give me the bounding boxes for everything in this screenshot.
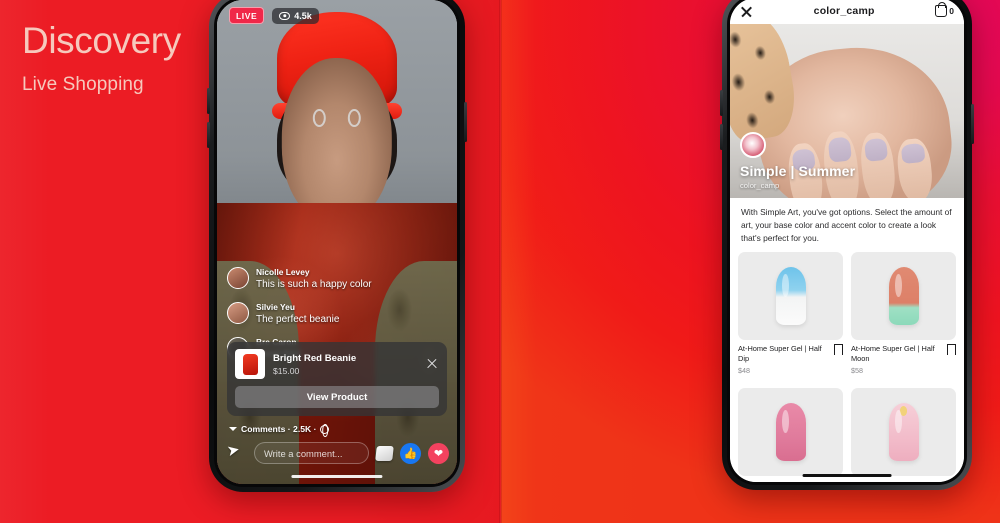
story-title-block: Simple | Summer color_camp xyxy=(740,132,855,190)
nail-swatch xyxy=(888,267,919,325)
volume-down-button[interactable] xyxy=(720,124,723,150)
live-shopping-screen: LIVE 4.5k Nicolle Levey This is such a h… xyxy=(217,0,457,484)
story-description: With Simple Art, you've got options. Sel… xyxy=(730,198,964,254)
presenter-face xyxy=(281,58,393,223)
avatar xyxy=(227,302,249,324)
comment-author: Nicolle Levey xyxy=(256,267,310,277)
nail-swatch xyxy=(775,402,806,461)
product-name: At-Home Super Gel | Half Dip xyxy=(738,344,822,363)
volume-down-button[interactable] xyxy=(207,122,210,148)
story-header: color_camp 0 xyxy=(730,0,964,24)
avatar xyxy=(740,132,766,158)
left-panel-title: Discovery xyxy=(22,20,181,61)
close-icon[interactable] xyxy=(425,357,439,371)
power-button[interactable] xyxy=(464,102,467,142)
comment-text: The perfect beanie xyxy=(256,313,340,325)
product-image xyxy=(738,387,843,476)
list-item[interactable] xyxy=(851,387,956,482)
list-item: Nicolle Levey This is such a happy color xyxy=(227,267,417,291)
cart-button[interactable]: 0 xyxy=(935,2,954,17)
story-hero-image: Simple | Summer color_camp xyxy=(730,24,964,198)
comment-composer-bar: Write a comment... 👍 ❤ xyxy=(227,442,449,464)
list-item[interactable]: At-Home Super Gel | Half Dip $48 xyxy=(738,252,844,381)
avatar xyxy=(227,267,249,289)
product-card[interactable]: Bright Red Beanie $15.00 View Product xyxy=(227,342,447,416)
bookmark-icon[interactable] xyxy=(946,344,957,362)
viewer-count-pill: 4.5k xyxy=(272,7,319,24)
product-image xyxy=(851,252,956,340)
comments-summary[interactable]: Comments · 2.5K · xyxy=(229,424,330,434)
cart-count: 0 xyxy=(949,6,954,16)
comment-author: Silvie Yeu xyxy=(256,302,295,312)
globe-icon xyxy=(320,424,330,434)
product-title: Bright Red Beanie xyxy=(273,352,357,364)
shopping-bag-icon xyxy=(935,2,948,17)
home-indicator xyxy=(291,474,383,478)
viewer-count-label: 4.5k xyxy=(294,10,312,21)
comments-summary-label: Comments · 2.5K · xyxy=(241,424,317,434)
earring-left xyxy=(312,109,326,128)
product-image xyxy=(851,387,956,476)
phone-bezel-left: LIVE 4.5k Nicolle Levey This is such a h… xyxy=(214,0,460,487)
power-button[interactable] xyxy=(971,104,974,144)
nail-swatch xyxy=(888,402,919,461)
chevron-down-icon xyxy=(229,427,237,431)
left-panel-subtitle: Live Shopping xyxy=(22,73,144,95)
product-grid: At-Home Super Gel | Half Dip $48 At-Home… xyxy=(730,246,964,482)
live-status-row: LIVE 4.5k xyxy=(229,7,319,24)
heart-icon[interactable]: ❤ xyxy=(428,442,449,464)
eye-icon xyxy=(279,11,291,20)
story-handle: color_camp xyxy=(740,181,780,190)
panel-divider xyxy=(499,0,502,523)
close-icon[interactable] xyxy=(740,5,753,18)
volume-up-button[interactable] xyxy=(207,88,210,114)
live-badge: LIVE xyxy=(229,7,265,24)
product-price: $15.00 xyxy=(273,365,300,376)
list-item: Silvie Yeu The perfect beanie xyxy=(227,302,417,326)
home-indicator xyxy=(802,473,892,477)
list-item[interactable]: At-Home Super Gel | Half Moon $58 xyxy=(851,252,957,381)
left-heading-group: Discovery Live Shopping xyxy=(22,20,181,96)
bookmark-icon[interactable] xyxy=(833,344,844,362)
product-price: $58 xyxy=(851,365,863,375)
sticker-icon[interactable] xyxy=(375,445,394,461)
phone-mockup-story: color_camp 0 Simple | Summer color_camp … xyxy=(720,0,974,490)
view-product-button[interactable]: View Product xyxy=(235,386,439,408)
volume-up-button[interactable] xyxy=(720,90,723,116)
screenshot-root: Discovery Live Shopping Discovery Story … xyxy=(0,0,1000,523)
nail-swatch xyxy=(775,267,806,325)
finger xyxy=(895,137,935,198)
product-price: $48 xyxy=(738,365,750,375)
phone-bezel-right: color_camp 0 Simple | Summer color_camp … xyxy=(727,0,967,485)
thumbs-up-icon[interactable]: 👍 xyxy=(400,442,421,464)
share-icon[interactable] xyxy=(227,443,247,463)
comment-text: This is such a happy color xyxy=(256,278,372,290)
finger xyxy=(858,131,899,198)
story-title: Simple | Summer xyxy=(740,163,856,179)
comment-input[interactable]: Write a comment... xyxy=(254,442,369,464)
earring-right xyxy=(348,109,362,128)
product-name: At-Home Super Gel | Half Moon xyxy=(851,344,935,363)
product-image xyxy=(738,252,843,340)
page-title: color_camp xyxy=(813,5,875,17)
story-swipeup-screen: color_camp 0 Simple | Summer color_camp … xyxy=(730,0,964,482)
list-item[interactable] xyxy=(738,387,843,482)
product-thumbnail xyxy=(235,349,265,379)
phone-mockup-live: LIVE 4.5k Nicolle Levey This is such a h… xyxy=(207,0,467,492)
